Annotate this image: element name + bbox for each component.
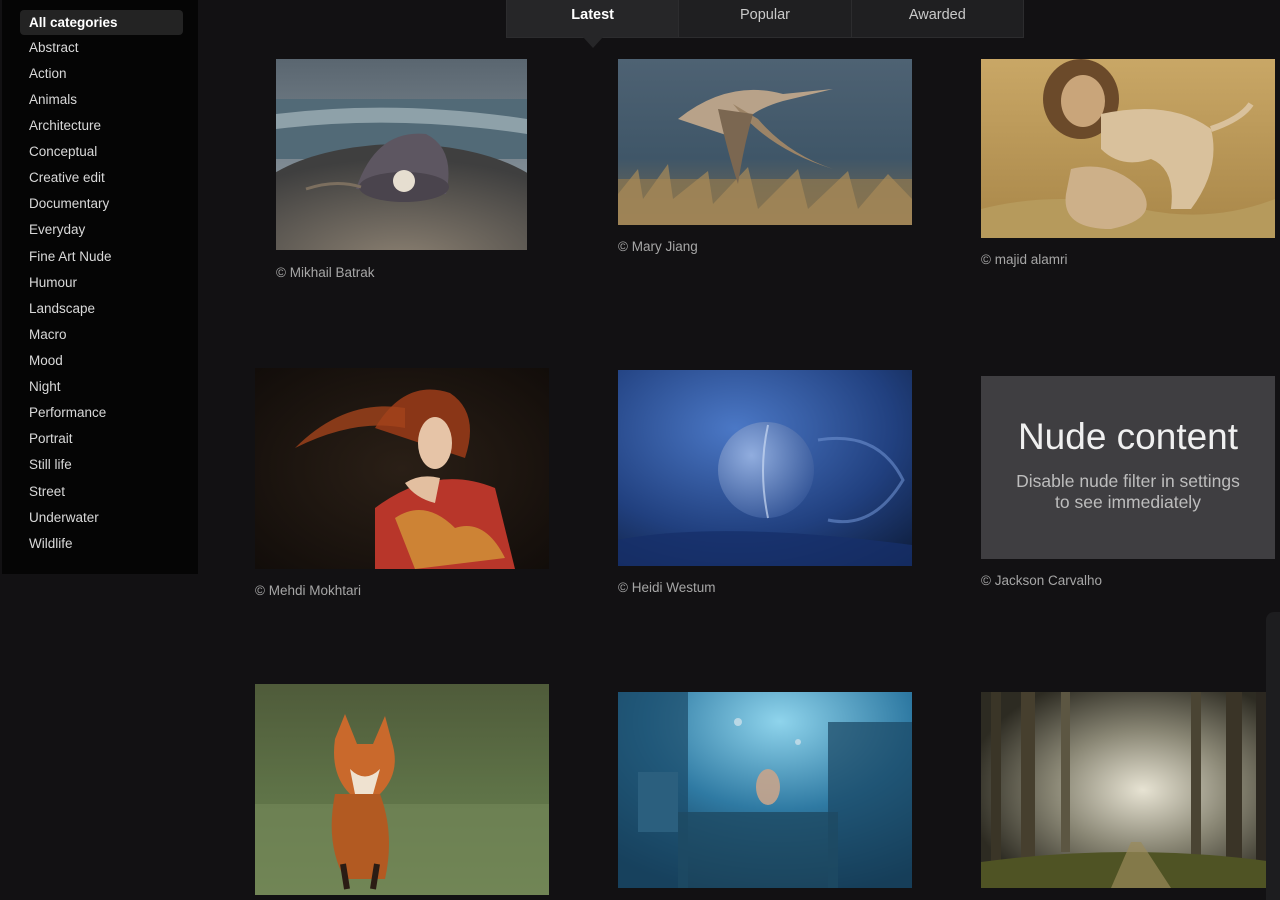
category-creative-edit[interactable]: Creative edit	[20, 165, 183, 190]
photo-credit[interactable]: © majid alamri	[981, 252, 1067, 267]
photo-credit[interactable]: © Mikhail Batrak	[276, 265, 374, 280]
category-portrait[interactable]: Portrait	[20, 426, 183, 451]
category-animals[interactable]: Animals	[20, 87, 183, 112]
category-documentary[interactable]: Documentary	[20, 191, 183, 216]
photo-thumbnail[interactable]	[618, 370, 912, 566]
underwater-room-photo	[618, 692, 912, 888]
tab-awarded[interactable]: Awarded	[852, 0, 1023, 37]
photo-thumbnail[interactable]	[255, 368, 549, 569]
category-night[interactable]: Night	[20, 374, 183, 399]
nude-content-title: Nude content	[1017, 416, 1239, 457]
nude-message-line: to see immediately	[1055, 492, 1201, 512]
tab-popular[interactable]: Popular	[679, 0, 852, 37]
category-architecture[interactable]: Architecture	[20, 113, 183, 138]
forest-path-photo	[981, 692, 1275, 888]
scrollbar[interactable]	[1266, 612, 1280, 900]
photo-thumbnail[interactable]	[981, 692, 1275, 888]
category-street[interactable]: Street	[20, 479, 183, 504]
sort-tabs: Latest Popular Awarded	[506, 0, 1024, 38]
photo-thumbnail[interactable]	[981, 59, 1275, 238]
category-all[interactable]: All categories	[20, 10, 183, 35]
nude-content-message: Disable nude filter in settings to see i…	[1001, 471, 1255, 513]
nude-message-line: Disable nude filter in settings	[1016, 471, 1240, 491]
category-action[interactable]: Action	[20, 61, 183, 86]
category-still-life[interactable]: Still life	[20, 452, 183, 477]
category-conceptual[interactable]: Conceptual	[20, 139, 183, 164]
pearl-oyster-photo	[276, 59, 527, 250]
photo-credit[interactable]: © Jackson Carvalho	[981, 573, 1102, 588]
category-humour[interactable]: Humour	[20, 270, 183, 295]
lions-photo	[981, 59, 1275, 238]
gallery-page: All categories Abstract Action Animals A…	[0, 0, 1280, 900]
category-sidebar: All categories Abstract Action Animals A…	[2, 0, 198, 574]
blue-bubble-photo	[618, 370, 912, 566]
photo-credit[interactable]: © Mehdi Mokhtari	[255, 583, 361, 598]
photo-thumbnail[interactable]	[276, 59, 527, 250]
category-performance[interactable]: Performance	[20, 400, 183, 425]
photo-credit[interactable]: © Heidi Westum	[618, 580, 715, 595]
category-everyday[interactable]: Everyday	[20, 217, 183, 242]
tab-latest[interactable]: Latest	[507, 0, 680, 37]
nude-content-placeholder[interactable]: Nude content Disable nude filter in sett…	[981, 376, 1275, 559]
photo-thumbnail[interactable]	[618, 692, 912, 888]
category-abstract[interactable]: Abstract	[20, 35, 183, 60]
fox-photo	[255, 684, 549, 895]
photo-thumbnail[interactable]	[255, 684, 549, 895]
category-underwater[interactable]: Underwater	[20, 505, 183, 530]
category-wildlife[interactable]: Wildlife	[20, 531, 183, 556]
photo-credit[interactable]: © Mary Jiang	[618, 239, 698, 254]
category-fine-art-nude[interactable]: Fine Art Nude	[20, 244, 183, 269]
category-mood[interactable]: Mood	[20, 348, 183, 373]
category-landscape[interactable]: Landscape	[20, 296, 183, 321]
crane-photo	[618, 59, 912, 225]
active-tab-pointer	[583, 37, 603, 48]
category-macro[interactable]: Macro	[20, 322, 183, 347]
portrait-photo	[255, 368, 549, 569]
photo-thumbnail[interactable]	[618, 59, 912, 225]
